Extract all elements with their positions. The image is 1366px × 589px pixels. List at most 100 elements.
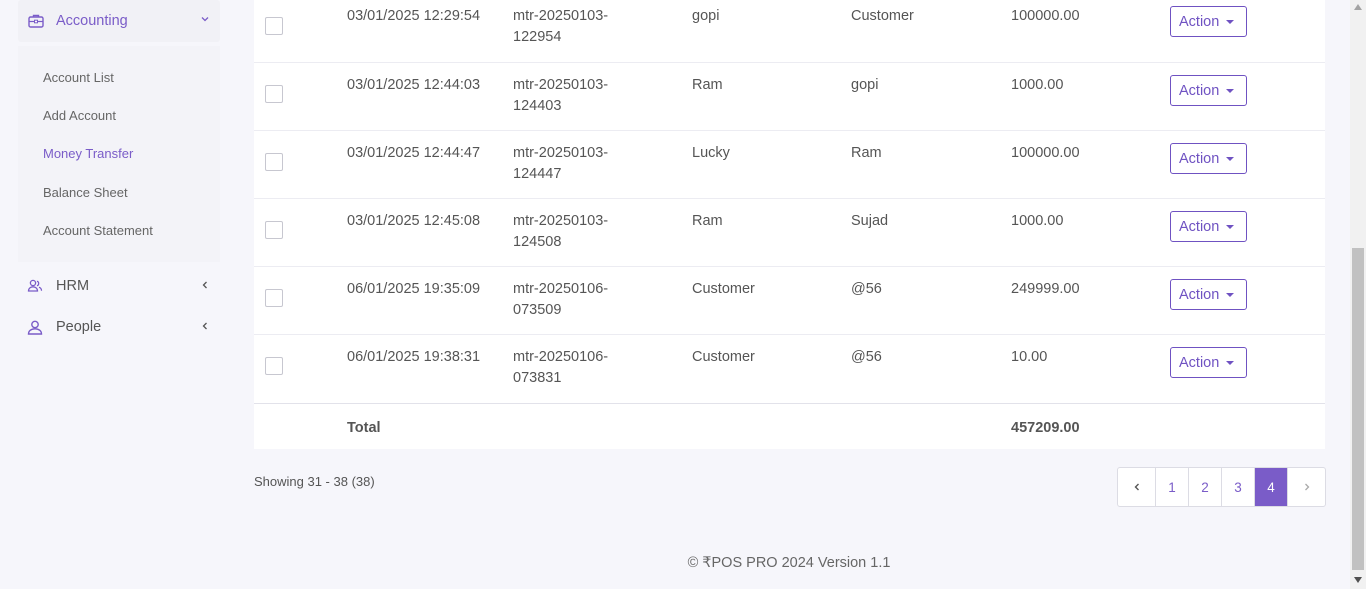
action-dropdown-button[interactable]: Action [1170,211,1247,242]
reference-line2: 124447 [513,166,562,182]
caret-down-icon [1226,89,1234,93]
total-label: Total [347,420,381,436]
submenu-item-add-account[interactable]: Add Account [43,108,116,123]
to-account-cell: @56 [851,281,882,297]
datetime-cell: 03/01/2025 12:29:54 [347,8,481,24]
sidebar-item-people[interactable]: People [18,312,220,342]
amount-cell: 100000.00 [1011,8,1080,24]
action-label: Action [1179,218,1220,235]
row-checkbox[interactable] [265,357,283,375]
vertical-scrollbar[interactable] [1350,0,1366,589]
action-dropdown-button[interactable]: Action [1170,75,1247,106]
action-label: Action [1179,82,1220,99]
users-icon [27,279,43,292]
row-checkbox[interactable] [265,153,283,171]
accounting-submenu: Account List Add Account Money Transfer … [18,46,220,262]
to-account-cell: Ram [851,145,882,161]
scroll-up-arrow-icon[interactable] [1354,4,1362,10]
row-checkbox[interactable] [265,289,283,307]
action-label: Action [1179,286,1220,303]
datetime-cell: 06/01/2025 19:38:31 [347,349,481,365]
to-account-cell: Customer [851,8,914,24]
reference-line2: 073831 [513,370,562,386]
from-account-cell: Ram [692,213,723,229]
page-button-1[interactable]: 1 [1156,468,1189,506]
footer: © ₹POS PRO 2024 Version 1.1 [0,555,1350,571]
datetime-cell: 03/01/2025 12:45:08 [347,213,481,229]
from-account-cell: Customer [692,349,755,365]
user-icon [27,320,43,335]
amount-cell: 1000.00 [1011,77,1064,93]
briefcase-icon [28,14,44,28]
copyright-text: © ₹POS PRO 2024 Version 1.1 [687,555,891,571]
sidebar-item-hrm[interactable]: HRM [18,271,220,301]
table-row: 03/01/2025 12:44:03 mtr-20250103- 124403 … [254,63,1325,131]
row-checkbox[interactable] [265,17,283,35]
to-account-cell: @56 [851,349,882,365]
chevron-left-icon [1134,483,1139,491]
page-button-4[interactable]: 4 [1255,468,1288,506]
scrollbar-thumb[interactable] [1352,248,1364,570]
to-account-cell: Sujad [851,213,889,229]
reference-line2: 122954 [513,29,562,45]
row-checkbox[interactable] [265,221,283,239]
money-transfer-table: 03/01/2025 12:29:54 mtr-20250103- 122954 … [254,0,1325,449]
action-dropdown-button[interactable]: Action [1170,279,1247,310]
from-account-cell: gopi [692,8,720,24]
caret-down-icon [1226,293,1234,297]
table-row: 03/01/2025 12:29:54 mtr-20250103- 122954 … [254,0,1325,63]
sidebar-item-label: People [56,319,102,335]
previous-page-button[interactable] [1118,468,1156,506]
reference-line1: mtr-20250103- [513,8,609,24]
datetime-cell: 03/01/2025 12:44:47 [347,145,481,161]
caret-down-icon [1226,20,1234,24]
submenu-item-account-list[interactable]: Account List [43,70,114,85]
action-label: Action [1179,354,1220,371]
amount-cell: 10.00 [1011,349,1048,365]
reference-cell: mtr-20250106- 073831 [513,347,608,389]
reference-line2: 124403 [513,98,562,114]
sidebar-item-label: Accounting [56,13,128,29]
from-account-cell: Customer [692,281,755,297]
reference-cell: mtr-20250106- 073509 [513,279,608,321]
reference-line1: mtr-20250106- [513,349,609,365]
table-total-row: Total 457209.00 [254,403,1325,449]
reference-cell: mtr-20250103- 124508 [513,211,608,253]
reference-line2: 073509 [513,302,562,318]
chevron-right-icon [1304,483,1309,491]
table-row: 03/01/2025 12:45:08 mtr-20250103- 124508 … [254,199,1325,267]
reference-line2: 124508 [513,234,562,250]
datetime-cell: 06/01/2025 19:35:09 [347,281,481,297]
reference-cell: mtr-20250103- 122954 [513,6,608,48]
table-row: 03/01/2025 12:44:47 mtr-20250103- 124447 … [254,131,1325,199]
scroll-down-arrow-icon[interactable] [1354,577,1362,583]
action-dropdown-button[interactable]: Action [1170,143,1247,174]
sidebar-item-accounting[interactable]: Accounting [18,0,220,42]
action-label: Action [1179,150,1220,167]
reference-line1: mtr-20250103- [513,213,609,229]
from-account-cell: Ram [692,77,723,93]
action-label: Action [1179,13,1220,30]
caret-down-icon [1226,361,1234,365]
submenu-item-balance-sheet[interactable]: Balance Sheet [43,185,128,200]
reference-line1: mtr-20250103- [513,77,609,93]
page-button-3[interactable]: 3 [1222,468,1255,506]
datetime-cell: 03/01/2025 12:44:03 [347,77,481,93]
next-page-button[interactable] [1288,468,1325,506]
sidebar: Accounting Account List Add Account Mone… [0,0,236,589]
chevron-left-icon [202,281,207,289]
row-checkbox[interactable] [265,85,283,103]
chevron-left-icon [202,322,207,330]
reference-cell: mtr-20250103- 124403 [513,75,608,117]
submenu-item-account-statement[interactable]: Account Statement [43,223,153,238]
caret-down-icon [1226,225,1234,229]
pagination-summary: Showing 31 - 38 (38) [254,474,375,489]
action-dropdown-button[interactable]: Action [1170,347,1247,378]
action-dropdown-button[interactable]: Action [1170,6,1247,37]
amount-cell: 100000.00 [1011,145,1080,161]
page-button-2[interactable]: 2 [1189,468,1222,506]
sidebar-item-label: HRM [56,278,90,294]
reference-cell: mtr-20250103- 124447 [513,143,608,185]
submenu-item-money-transfer[interactable]: Money Transfer [43,146,133,161]
chevron-down-icon [201,17,209,22]
